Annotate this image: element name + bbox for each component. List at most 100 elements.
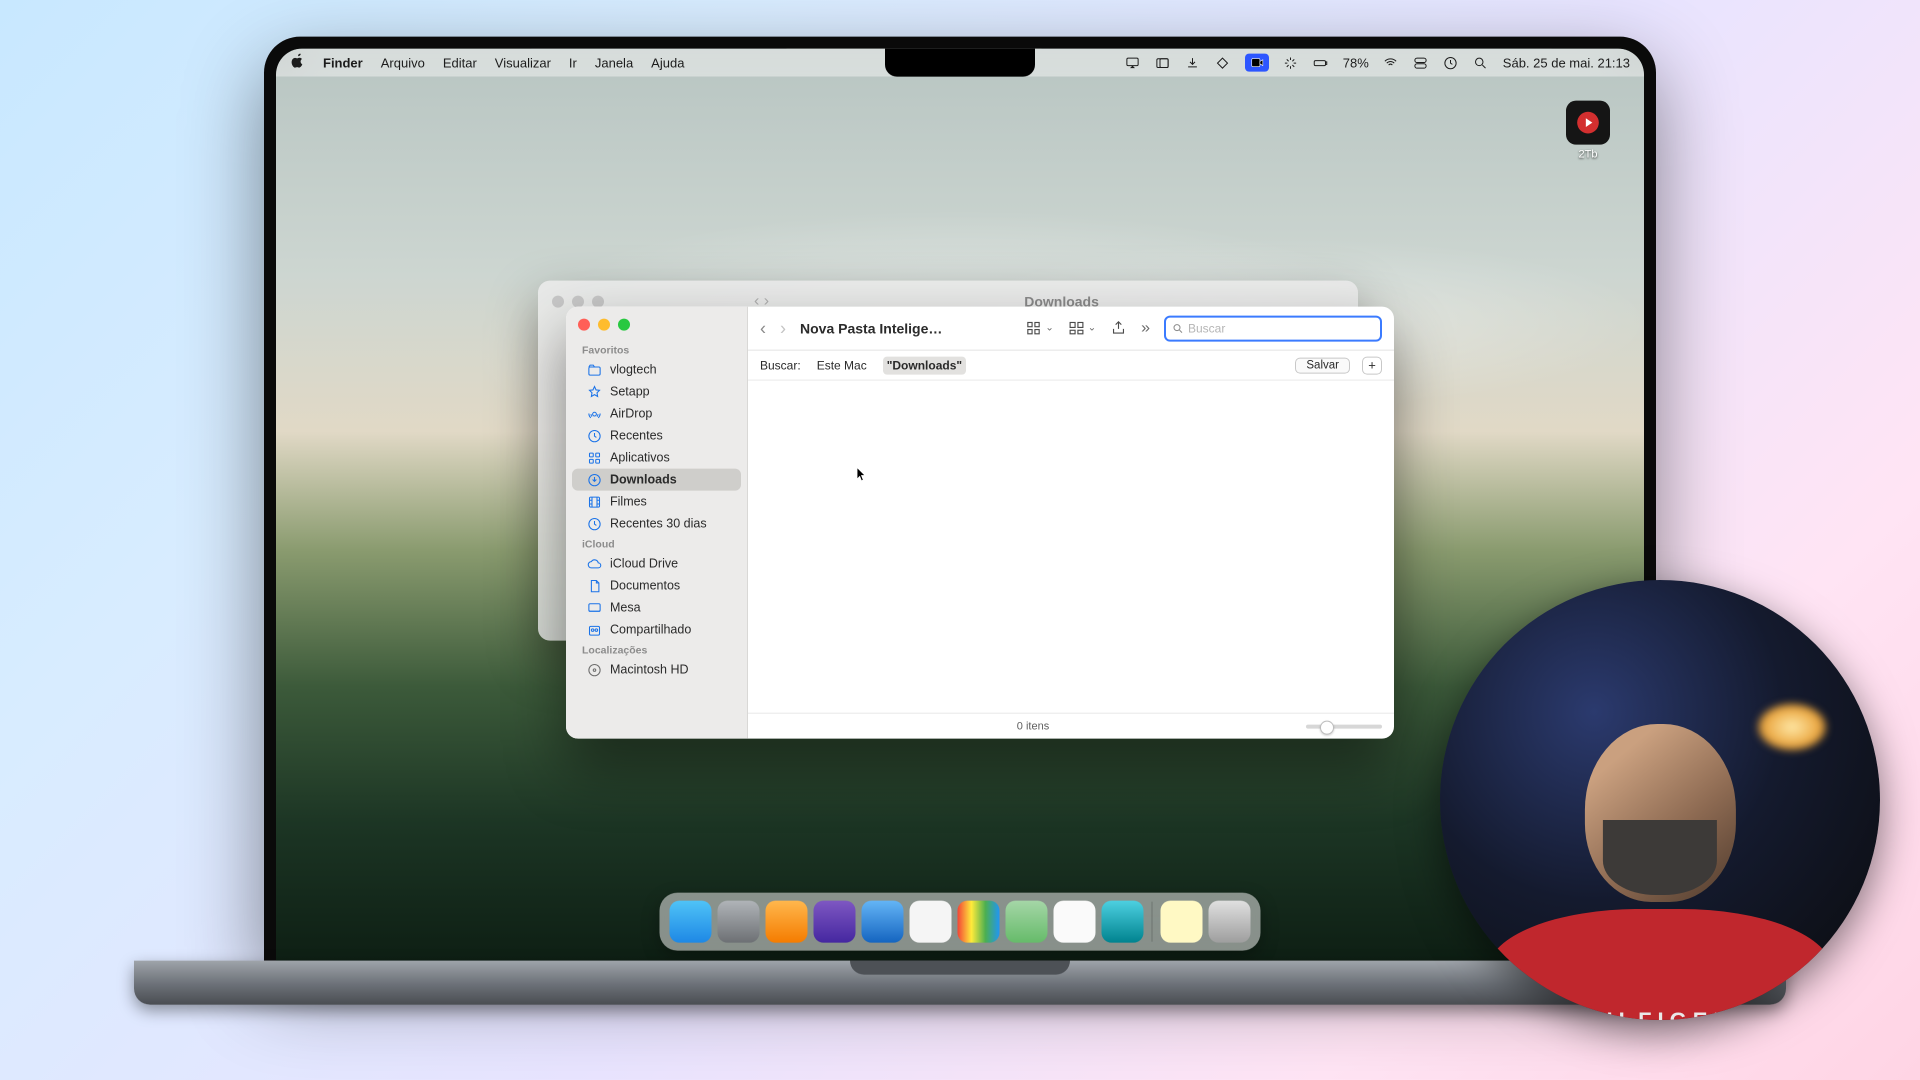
sidebar-item-compartilhado[interactable]: Compartilhado <box>572 619 741 641</box>
search-scope-bar: Buscar: Este Mac "Downloads" Salvar + <box>748 351 1394 381</box>
sidebar-item-label: Macintosh HD <box>610 663 689 677</box>
sidebar-section-favoritos: Favoritos <box>566 341 747 359</box>
sidebar-item-documentos[interactable]: Documentos <box>572 575 741 597</box>
doc-icon <box>586 578 602 594</box>
menu-ir[interactable]: Ir <box>569 55 577 70</box>
star-icon <box>586 384 602 400</box>
raycast-icon[interactable] <box>1215 55 1231 71</box>
share-icon <box>586 622 602 638</box>
nav-forward-button[interactable]: › <box>780 319 786 337</box>
zoom-button[interactable] <box>618 319 630 331</box>
apple-menu-icon[interactable] <box>290 54 305 72</box>
sidebar-item-label: Setapp <box>610 385 650 399</box>
dock-app-trash[interactable] <box>1209 901 1251 943</box>
screen-record-icon[interactable] <box>1245 54 1269 72</box>
folder-icon <box>586 362 602 378</box>
scope-downloads[interactable]: "Downloads" <box>883 356 966 374</box>
dock-app-arc[interactable] <box>814 901 856 943</box>
group-button[interactable]: ⌄ <box>1068 320 1096 337</box>
download-status-icon[interactable] <box>1185 55 1201 71</box>
cursor-icon <box>856 467 867 483</box>
sidebar-item-vlogtech[interactable]: vlogtech <box>572 359 741 381</box>
sidebar-item-macintosh-hd[interactable]: Macintosh HD <box>572 659 741 681</box>
dock-app-safari[interactable] <box>862 901 904 943</box>
sidebar-section-localizacoes: Localizações <box>566 641 747 659</box>
share-button[interactable] <box>1110 320 1127 337</box>
minimize-button[interactable] <box>598 319 610 331</box>
desktop-drive-label: 2Tb <box>1579 149 1598 161</box>
dock-app-settings[interactable] <box>718 901 760 943</box>
sidebar-item-label: Documentos <box>610 579 680 593</box>
menu-extra-icon[interactable] <box>1283 55 1299 71</box>
sidebar-item-label: Recentes 30 dias <box>610 517 707 531</box>
close-button[interactable] <box>578 319 590 331</box>
sidebar-item-label: AirDrop <box>610 407 652 421</box>
dock-separator <box>1152 902 1153 942</box>
sidebar-item-downloads[interactable]: Downloads <box>572 469 741 491</box>
menu-visualizar[interactable]: Visualizar <box>495 55 551 70</box>
drive-badge-icon <box>1566 101 1610 145</box>
dock-app-appstore[interactable] <box>766 901 808 943</box>
airdrop-icon <box>586 406 602 422</box>
sidebar-item-label: Compartilhado <box>610 623 691 637</box>
dock-app-maps[interactable] <box>1006 901 1048 943</box>
scope-este-mac[interactable]: Este Mac <box>813 356 871 374</box>
sidebar-item-label: Downloads <box>610 473 677 487</box>
finder-window: Favoritos vlogtech Setapp AirDrop Recentes A… <box>566 307 1394 739</box>
clock-icon <box>586 516 602 532</box>
sidebar-item-airdrop[interactable]: AirDrop <box>572 403 741 425</box>
dock-app-colors[interactable] <box>958 901 1000 943</box>
sidebar-item-label: iCloud Drive <box>610 557 678 571</box>
sidebar-item-filmes[interactable]: Filmes <box>572 491 741 513</box>
sidebar-item-aplicativos[interactable]: Aplicativos <box>572 447 741 469</box>
control-center-icon[interactable] <box>1413 55 1429 71</box>
sidebar-item-recentes-30-dias[interactable]: Recentes 30 dias <box>572 513 741 535</box>
dock-app-notes[interactable] <box>1161 901 1203 943</box>
menu-editar[interactable]: Editar <box>443 55 477 70</box>
menu-janela[interactable]: Janela <box>595 55 633 70</box>
icon-size-slider[interactable] <box>1306 724 1382 728</box>
window-title: Nova Pasta Intelige… <box>800 320 942 336</box>
save-search-button[interactable]: Salvar <box>1295 357 1350 373</box>
search-input[interactable] <box>1188 321 1374 335</box>
sidebar-item-label: vlogtech <box>610 363 657 377</box>
clock-icon[interactable] <box>1443 55 1459 71</box>
dock <box>660 893 1261 951</box>
sidebar-item-label: Mesa <box>610 601 641 615</box>
more-button[interactable]: » <box>1141 319 1150 337</box>
dock-app-notion[interactable] <box>910 901 952 943</box>
battery-menu-icon[interactable] <box>1313 55 1329 71</box>
airplay-icon[interactable] <box>1125 55 1141 71</box>
cloud-icon <box>586 556 602 572</box>
menu-arquivo[interactable]: Arquivo <box>381 55 425 70</box>
menubar-app-name[interactable]: Finder <box>323 55 363 70</box>
finder-content-empty[interactable] <box>748 381 1394 713</box>
search-field[interactable] <box>1164 315 1382 341</box>
dock-app-photos[interactable] <box>1054 901 1096 943</box>
dock-app-preview[interactable] <box>1102 901 1144 943</box>
spotlight-icon[interactable] <box>1473 55 1489 71</box>
view-icons-button[interactable]: ⌄ <box>1025 320 1053 337</box>
sidebar-item-mesa[interactable]: Mesa <box>572 597 741 619</box>
desktop-drive-icon[interactable]: 2Tb <box>1566 101 1610 161</box>
clock-icon <box>586 428 602 444</box>
finder-status-bar: 0 itens <box>748 713 1394 739</box>
download-icon <box>586 472 602 488</box>
sidebar-item-label: Filmes <box>610 495 647 509</box>
nav-back-button[interactable]: ‹ <box>760 319 766 337</box>
sidebar-item-recentes[interactable]: Recentes <box>572 425 741 447</box>
scope-label: Buscar: <box>760 358 801 372</box>
sidebar-item-setapp[interactable]: Setapp <box>572 381 741 403</box>
add-rule-button[interactable]: + <box>1362 356 1382 374</box>
sidebar-item-label: Recentes <box>610 429 663 443</box>
desk-icon <box>586 600 602 616</box>
finder-main: ‹ › Nova Pasta Intelige… ⌄ ⌄ » <box>748 307 1394 739</box>
menu-ajuda[interactable]: Ajuda <box>651 55 684 70</box>
dock-app-finder[interactable] <box>670 901 712 943</box>
finder-toolbar: ‹ › Nova Pasta Intelige… ⌄ ⌄ » <box>748 307 1394 351</box>
menubar-datetime[interactable]: Sáb. 25 de mai. 21:13 <box>1503 55 1630 70</box>
film-icon <box>586 494 602 510</box>
wifi-icon[interactable] <box>1383 55 1399 71</box>
stage-manager-icon[interactable] <box>1155 55 1171 71</box>
sidebar-item-icloud-drive[interactable]: iCloud Drive <box>572 553 741 575</box>
